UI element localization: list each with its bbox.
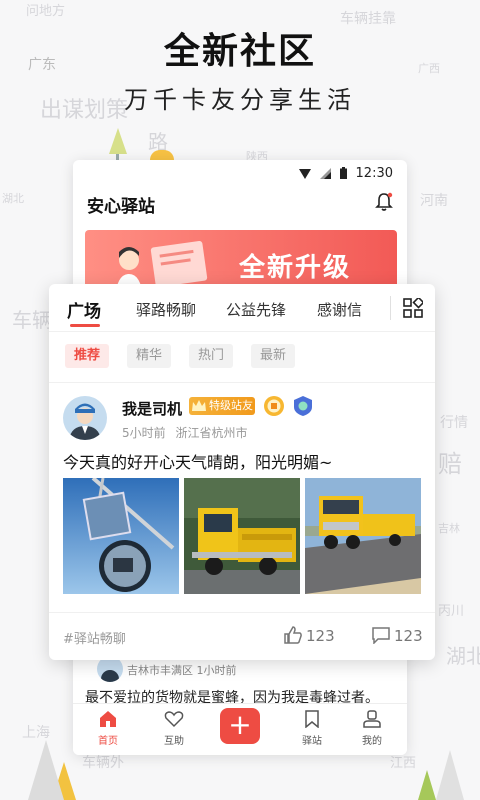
bg-word: 湖北 (446, 644, 480, 668)
post-hashtag[interactable]: #驿站畅聊 (63, 628, 126, 647)
bg-word: 河南 (420, 193, 448, 209)
divider (49, 612, 435, 613)
bg-word: 问地方 (26, 4, 66, 19)
signal-icon (320, 168, 331, 179)
tab-label: 互助 (164, 736, 184, 747)
shield-badge-icon (294, 396, 312, 416)
bg-word: 行情 (440, 415, 468, 431)
post-button[interactable]: + (220, 708, 260, 744)
tree-decoration (436, 750, 464, 800)
post-image[interactable] (63, 478, 179, 594)
tab-mine[interactable]: 我的 (347, 710, 397, 747)
post-image[interactable] (184, 478, 300, 594)
peek-post-header: 吉林市丰满区 1小时前 (85, 656, 397, 684)
tab-charity[interactable]: 公益先锋 (226, 299, 286, 320)
like-button[interactable]: 123 (284, 626, 335, 645)
promo-tagline: 万千卡友分享生活 (124, 86, 356, 114)
yellow-truck-photo (184, 478, 300, 594)
post-time: 5小时前 (122, 426, 166, 440)
bg-word: 吉林 (438, 522, 460, 535)
bg-word: 车辆外 (82, 755, 124, 771)
bottom-tab-bar: 首页 互助 + 驿站 我的 (73, 703, 407, 755)
status-bar: 12:30 (73, 160, 407, 186)
bg-word: 湖北 (2, 192, 24, 205)
status-time: 12:30 (355, 166, 393, 181)
post-username[interactable]: 我是司机 (122, 398, 182, 419)
post-text: 今天真的好开心天气晴朗，阳光明媚~ (63, 453, 333, 472)
chip-latest[interactable]: 最新 (251, 344, 295, 368)
chip-hot[interactable]: 热门 (189, 344, 233, 368)
top-tabs: 广场 驿路畅聊 公益先锋 感谢信 (49, 284, 435, 332)
like-count: 123 (306, 627, 335, 645)
home-icon (100, 711, 116, 727)
tab-label: 我的 (362, 736, 382, 747)
post-image[interactable] (305, 478, 421, 594)
thumbs-up-icon (284, 626, 302, 644)
app-title: 安心驿站 (87, 197, 155, 217)
post-images (63, 478, 421, 594)
tab-plaza[interactable]: 广场 (67, 297, 101, 322)
post-meta: 5小时前 浙江省杭州市 (122, 424, 253, 441)
tab-thanks[interactable]: 感谢信 (317, 299, 362, 320)
bg-word: 车辆 (12, 308, 52, 332)
person-icon (363, 710, 381, 728)
peek-post-meta: 吉林市丰满区 1小时前 (127, 664, 237, 677)
comment-icon (372, 627, 390, 645)
tab-label: 驿站 (302, 736, 322, 747)
chip-featured[interactable]: 精华 (127, 344, 171, 368)
bg-word: 丙川 (438, 604, 465, 619)
banner-text: 全新升级 (239, 253, 352, 283)
tree-decoration (109, 128, 127, 154)
chip-recommended[interactable]: 推荐 (65, 344, 109, 368)
bookmark-icon (305, 710, 319, 728)
avatar[interactable] (63, 396, 107, 440)
driver-avatar-image (69, 403, 101, 440)
community-card: 广场 驿路畅聊 公益先锋 感谢信 推荐 精华 热门 最新 我是司机 特级站友 5… (49, 284, 435, 660)
tree-decoration (28, 740, 64, 800)
wifi-icon (299, 169, 311, 179)
bg-word: 上海 (22, 725, 50, 741)
comment-button[interactable]: 123 (372, 626, 423, 645)
grid-menu-icon[interactable] (403, 298, 423, 318)
rank-badge: 特级站友 (189, 397, 255, 415)
post-location: 浙江省杭州市 (175, 426, 248, 440)
plus-icon: + (228, 708, 252, 741)
medal-icon (264, 396, 284, 416)
bg-word: 赔 (438, 450, 462, 478)
tab-home[interactable]: 首页 (83, 710, 133, 747)
truck-mirror-photo (63, 478, 179, 594)
rank-badge-label: 特级站友 (209, 399, 253, 412)
promo-headline: 全新社区 (163, 31, 316, 72)
divider (390, 296, 391, 320)
tab-station[interactable]: 驿站 (287, 710, 337, 747)
tab-mutual-help[interactable]: 互助 (149, 710, 199, 747)
active-tab-indicator (70, 324, 100, 327)
tab-label: 首页 (98, 736, 118, 747)
divider (49, 382, 435, 383)
battery-icon (340, 167, 347, 179)
tab-chat[interactable]: 驿路畅聊 (136, 299, 196, 320)
tree-decoration (418, 770, 436, 800)
crown-icon (192, 400, 206, 411)
comment-count: 123 (394, 627, 423, 645)
yellow-truck-road-photo (305, 478, 421, 594)
bell-icon[interactable] (375, 192, 393, 212)
heart-icon (164, 711, 184, 728)
